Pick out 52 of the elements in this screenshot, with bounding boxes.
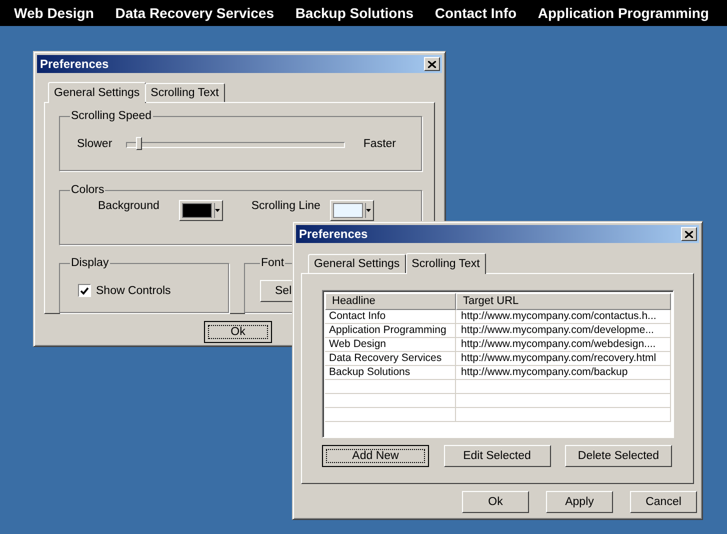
- action-button[interactable]: Edit Selected: [444, 445, 550, 467]
- speed-slider[interactable]: [126, 137, 346, 151]
- caret-icon: [366, 209, 372, 212]
- column-header[interactable]: Headline: [325, 293, 456, 310]
- table-cell: Backup Solutions: [325, 366, 456, 380]
- action-button[interactable]: Add New: [322, 445, 429, 467]
- color-label: Background: [98, 200, 160, 212]
- menu-item[interactable]: Data Recovery Services: [115, 5, 274, 21]
- table-cell: Data Recovery Services: [325, 352, 456, 366]
- color-label: Scrolling Line: [251, 200, 320, 212]
- table-cell: Contact Info: [325, 310, 456, 324]
- group-label: Display: [70, 257, 110, 269]
- menu-item[interactable]: Application Programming: [538, 5, 709, 21]
- menu-item[interactable]: Contact Info: [434, 5, 517, 21]
- table-cell: http://www.mycompany.com/recovery.html: [456, 352, 671, 366]
- slider-label: Slower: [77, 138, 112, 150]
- window-title: Preferences: [40, 57, 109, 71]
- dialog-button[interactable]: Apply: [546, 491, 613, 513]
- window-title: Preferences: [299, 227, 368, 241]
- caret-icon: [215, 209, 220, 212]
- group-label: Colors: [70, 184, 106, 196]
- action-button[interactable]: Delete Selected: [565, 445, 672, 467]
- checkbox-label: Show Controls: [96, 284, 171, 296]
- group-label: Scrolling Speed: [70, 110, 153, 122]
- dialog-button[interactable]: Ok: [462, 491, 529, 513]
- menu-item[interactable]: Backup Solutions: [295, 5, 414, 21]
- dialog-button[interactable]: Cancel: [630, 491, 697, 513]
- checkbox[interactable]: [78, 284, 91, 297]
- slider-label: Faster: [363, 138, 396, 150]
- slider-thumb[interactable]: [136, 137, 142, 150]
- table-cell: http://www.mycompany.com/contactus.h...: [456, 310, 671, 324]
- check-icon: [80, 286, 89, 294]
- table-cell: http://www.mycompany.com/webdesign....: [456, 338, 671, 352]
- group-label: Font: [260, 257, 286, 269]
- tab[interactable]: General Settings: [48, 82, 146, 103]
- list-view[interactable]: [322, 290, 674, 438]
- tab[interactable]: Scrolling Text: [406, 253, 486, 274]
- close-button[interactable]: [681, 227, 697, 241]
- column-header[interactable]: Target URL: [456, 293, 671, 310]
- table-cell: Application Programming: [325, 324, 456, 338]
- table-cell: Web Design: [325, 338, 456, 352]
- color-picker[interactable]: [330, 200, 374, 221]
- close-button[interactable]: [424, 57, 440, 71]
- color-picker[interactable]: [179, 200, 224, 221]
- tab[interactable]: General Settings: [308, 254, 406, 273]
- ok-button[interactable]: Ok: [204, 321, 272, 343]
- menu-item[interactable]: Web Design: [14, 5, 94, 21]
- table-cell: http://www.mycompany.com/developme...: [456, 324, 671, 338]
- close-icon: [685, 230, 693, 238]
- table-cell: http://www.mycompany.com/backup: [456, 366, 671, 380]
- tab[interactable]: Scrolling Text: [144, 83, 225, 102]
- close-icon: [428, 60, 436, 68]
